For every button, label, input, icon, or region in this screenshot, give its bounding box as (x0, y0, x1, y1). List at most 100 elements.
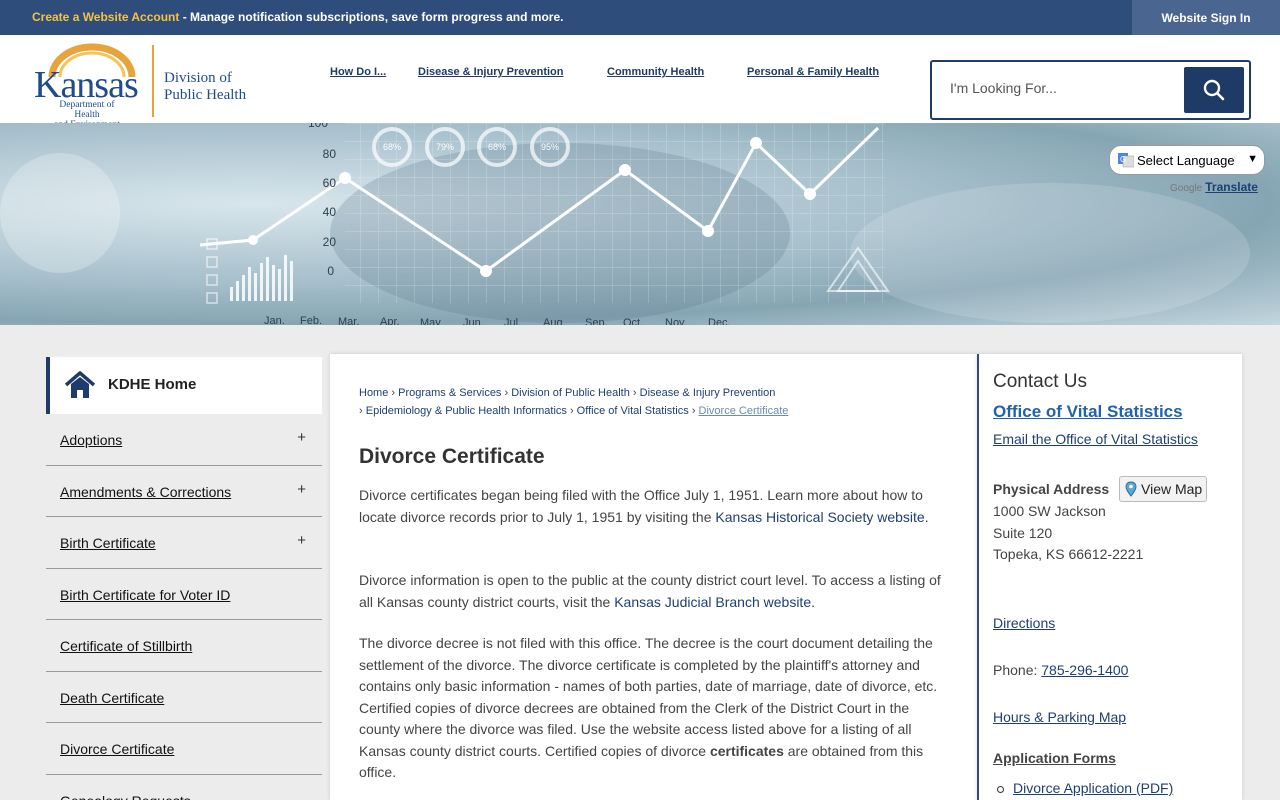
nav-disease-injury-prevention[interactable]: Disease & Injury Prevention (418, 66, 564, 78)
sidebar-item-label: Adoptions (60, 432, 123, 448)
hero-banner: 100 80 60 40 20 0 Jan. Feb. Mar. Apr. Ma… (0, 123, 1280, 325)
breadcrumb-current: Divorce Certificate (698, 405, 789, 417)
svg-text:60: 60 (323, 176, 337, 190)
breadcrumb-disease[interactable]: Disease & Injury Prevention (640, 387, 776, 399)
sidebar-item-label: Death Certificate (60, 689, 165, 706)
main-content: Home › Programs & Services › Division of… (330, 354, 978, 800)
svg-text:100: 100 (308, 123, 328, 130)
directions-link[interactable]: Directions (993, 615, 1055, 631)
svg-text:0: 0 (327, 264, 334, 278)
page-title: Divorce Certificate (359, 445, 545, 468)
sign-in-button[interactable]: Website Sign In (1132, 0, 1280, 35)
promo-description: - Manage notification subscriptions, sav… (179, 10, 564, 24)
sidebar-item-label: Amendments & Corrections (60, 483, 232, 500)
contact-heading: Contact Us (993, 371, 1087, 392)
svg-text:40: 40 (323, 205, 337, 219)
phone-link[interactable]: 785-296-1400 (1041, 662, 1128, 678)
breadcrumb-office[interactable]: Office of Vital Statistics (577, 405, 689, 417)
divorce-application-link[interactable]: Divorce Application (PDF) (1013, 780, 1173, 796)
paragraph-history: Divorce certificates began being filed w… (359, 487, 929, 525)
svg-text:Oct.: Oct. (623, 317, 643, 325)
address-line-3: Topeka, KS 66612-2221 (993, 546, 1144, 562)
svg-text:Dec.: Dec. (708, 317, 731, 325)
breadcrumb-division[interactable]: Division of Public Health (511, 387, 630, 399)
search-box (930, 60, 1251, 120)
translate-link[interactable]: Translate (1205, 180, 1258, 194)
svg-text:Mar.: Mar. (338, 316, 359, 325)
svg-text:Nov.: Nov. (665, 317, 687, 325)
sidebar-item-kdhe-home[interactable]: KDHE Home (46, 357, 322, 414)
svg-text:68%: 68% (383, 142, 401, 152)
svg-text:Jan.: Jan. (264, 315, 285, 325)
phone-line: Phone: 785-296-1400 (993, 662, 1129, 678)
expand-plus-icon[interactable]: + (297, 532, 306, 549)
sidebar-item-certificate-of-stillbirth[interactable]: Certificate of Stillbirth (46, 620, 322, 672)
svg-text:Feb.: Feb. (300, 315, 322, 325)
site-logo[interactable]: Kansas Department of Health and Environm… (32, 43, 257, 130)
sidebar-item-birth-certificate-for-voter-id[interactable]: Birth Certificate for Voter ID (46, 569, 322, 620)
svg-text:Aug.: Aug. (543, 317, 566, 325)
svg-text:G: G (1120, 155, 1126, 164)
svg-text:Apr.: Apr. (380, 316, 400, 325)
logo-divider (152, 45, 154, 117)
google-translate-icon: G (1118, 153, 1134, 168)
breadcrumb-epidemiology[interactable]: Epidemiology & Public Health Informatics (366, 405, 567, 417)
address-line-1: 1000 SW Jackson (993, 503, 1106, 519)
banner-chart-illustration: 100 80 60 40 20 0 Jan. Feb. Mar. Apr. Ma… (0, 123, 1250, 325)
form-list-item: Divorce Application (PDF) (997, 780, 1173, 796)
sidebar-item-label: Birth Certificate (60, 535, 156, 551)
search-input[interactable] (950, 80, 1170, 96)
sidebar-item-birth-certificate[interactable]: Birth Certificate + (46, 517, 322, 569)
svg-text:79%: 79% (436, 142, 454, 152)
language-select[interactable]: G Select Language ▼ (1109, 145, 1265, 175)
svg-text:Jul.: Jul. (504, 317, 521, 325)
search-icon (1203, 79, 1225, 101)
bullet-icon (997, 785, 1004, 793)
sidebar-item-label: Certificate of Stillbirth (60, 638, 193, 654)
svg-text:80: 80 (323, 147, 337, 161)
sidebar-item-death-certificate[interactable]: Death Certificate (46, 672, 322, 723)
sidebar-item-amendments-corrections[interactable]: Amendments & Corrections + (46, 466, 322, 517)
sidebar-item-label: KDHE Home (108, 376, 197, 393)
breadcrumb-home[interactable]: Home (359, 387, 388, 399)
hours-parking-link[interactable]: Hours & Parking Map (993, 709, 1126, 725)
chevron-down-icon: ▼ (1247, 153, 1258, 165)
sidebar-item-label: Divorce Certificate (60, 741, 175, 757)
contact-panel: Contact Us Office of Vital Statistics Em… (977, 354, 1242, 800)
top-notification-bar: Create a Website Account - Manage notifi… (0, 0, 1280, 35)
sidebar-item-label: Birth Certificate for Voter ID (60, 586, 231, 603)
svg-text:May: May (420, 317, 441, 325)
site-header: Kansas Department of Health and Environm… (0, 35, 1280, 130)
create-account-link[interactable]: Create a Website Account (32, 10, 179, 24)
google-translate-credit: Google Translate (1170, 180, 1258, 194)
map-pin-icon (1125, 481, 1137, 497)
sidebar-item-divorce-certificate[interactable]: Divorce Certificate (46, 723, 322, 775)
application-forms-heading[interactable]: Application Forms (993, 750, 1116, 766)
office-link[interactable]: Office of Vital Statistics (993, 402, 1183, 422)
svg-text:Jun.: Jun. (463, 317, 484, 325)
email-office-link[interactable]: Email the Office of Vital Statistics (993, 431, 1198, 447)
svg-text:20: 20 (323, 235, 337, 249)
home-icon (64, 371, 96, 398)
breadcrumb: Home › Programs & Services › Division of… (359, 387, 789, 417)
sidebar-item-adoptions[interactable]: Adoptions + (46, 414, 322, 466)
nav-how-do-i[interactable]: How Do I... (330, 66, 386, 78)
sidebar-nav: KDHE Home Adoptions + Amendments & Correct… (46, 357, 322, 800)
svg-text:68%: 68% (488, 142, 506, 152)
view-map-button[interactable]: View Map (1119, 476, 1207, 502)
nav-community-health[interactable]: Community Health (607, 66, 704, 78)
svg-text:95%: 95% (541, 142, 559, 152)
physical-address-label: Physical Address (993, 481, 1110, 497)
expand-plus-icon[interactable]: + (297, 429, 306, 446)
search-button[interactable] (1184, 67, 1244, 113)
sidebar-item-label: Genealogy Requests (60, 793, 191, 800)
breadcrumb-programs[interactable]: Programs & Services (398, 387, 501, 399)
logo-division-text: Division of Public Health (164, 70, 247, 103)
nav-personal-family-health[interactable]: Personal & Family Health (747, 66, 879, 78)
address-line-2: Suite 120 (993, 525, 1053, 541)
expand-plus-icon[interactable]: + (297, 481, 306, 498)
judicial-branch-link[interactable]: Kansas Judicial Branch website (614, 594, 811, 610)
historical-society-link[interactable]: Kansas Historical Society website (715, 509, 924, 525)
sidebar-item-genealogy-requests[interactable]: Genealogy Requests (46, 775, 322, 800)
paragraph-decree: The divorce decree is not filed with thi… (359, 635, 938, 780)
